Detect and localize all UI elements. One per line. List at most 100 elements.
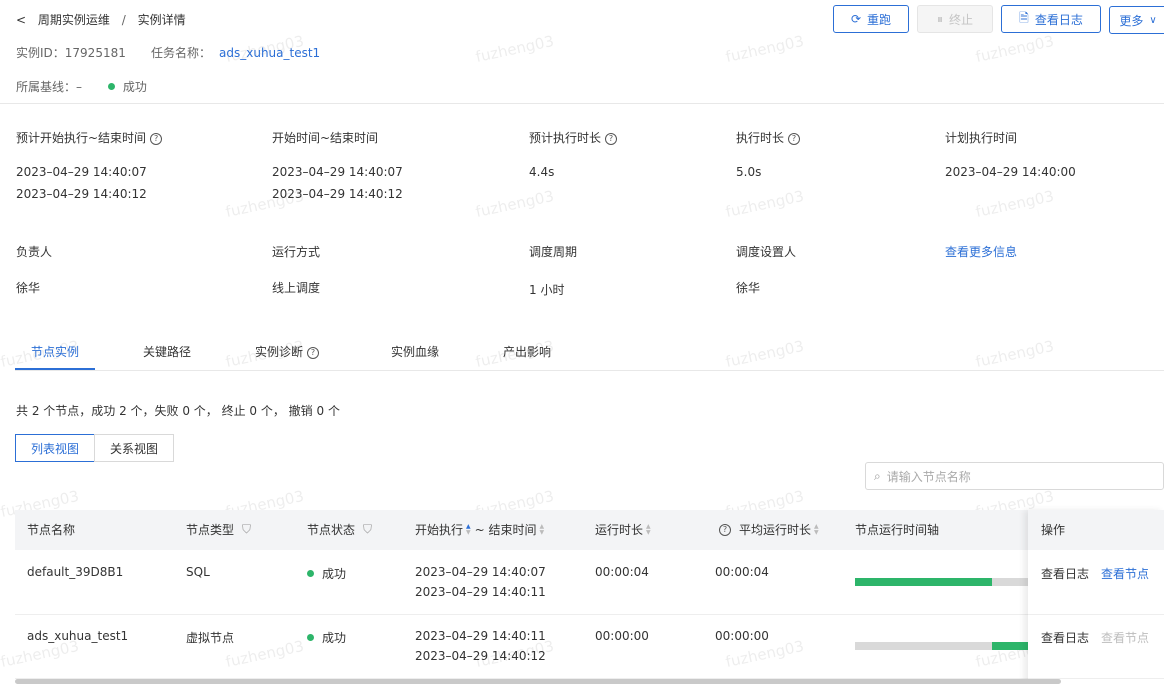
col-header-status: 节点状态 ⛉ bbox=[307, 522, 373, 537]
info-label: 负责人 bbox=[16, 245, 53, 259]
col-header-type: 节点类型 ⛉ bbox=[186, 522, 252, 537]
watermark-text: fuzheng03 bbox=[723, 336, 806, 372]
ops-row-divider bbox=[1028, 614, 1164, 615]
baseline: 所属基线：– 成功 bbox=[16, 78, 147, 95]
help-icon[interactable]: ? bbox=[788, 133, 801, 145]
col-header-avg-duration[interactable]: ? 平均运行时长 ▲ ▼ bbox=[719, 521, 819, 538]
task-name-link[interactable]: ads_xuhua_test1 bbox=[219, 46, 320, 60]
more-info-link[interactable]: 查看更多信息 bbox=[945, 243, 1017, 260]
breadcrumb-current: 实例详情 bbox=[137, 13, 186, 27]
search-input[interactable]: ⌕ 请输入节点名称 bbox=[865, 462, 1164, 490]
info-value: 线上调度 bbox=[272, 281, 321, 295]
sort-icon: ▲ ▼ bbox=[646, 522, 651, 536]
col-header-duration[interactable]: 运行时长 ▲ ▼ bbox=[595, 521, 651, 538]
breadcrumb: < 周期实例运维 / 实例详情 bbox=[16, 11, 186, 28]
info-label: 预计开始执行~结束时间? bbox=[16, 129, 163, 146]
sort-icon: ▲ ▼ bbox=[814, 522, 819, 536]
instance-id-label: 实例ID： bbox=[16, 46, 65, 60]
start-time-cell: 2023–04–29 14:40:07 bbox=[415, 565, 546, 579]
success-dot-icon bbox=[307, 634, 314, 641]
baseline-label: 所属基线： bbox=[16, 80, 77, 94]
filter-icon[interactable]: ⛉ bbox=[242, 522, 251, 537]
instance-id-value: 17925181 bbox=[64, 46, 126, 60]
node-type-cell: 虚拟节点 bbox=[186, 631, 235, 645]
info-label: 计划执行时间 bbox=[945, 131, 1018, 145]
terminate-label: 终止 bbox=[949, 12, 974, 27]
info-value: 5.0s bbox=[736, 165, 762, 179]
info-value: 徐华 bbox=[736, 281, 761, 295]
watermark-text: fuzheng03 bbox=[723, 186, 806, 222]
more-button[interactable]: 更多 ∨ bbox=[1109, 6, 1164, 34]
pause-icon: ⏸ bbox=[936, 11, 943, 26]
back-chevron-icon[interactable]: < bbox=[16, 13, 26, 27]
view-log-button[interactable]: 🗎 查看日志 bbox=[1001, 5, 1101, 33]
info-label: 调度设置人 bbox=[736, 245, 797, 259]
end-time-cell: 2023–04–29 14:40:12 bbox=[415, 649, 546, 663]
search-icon: ⌕ bbox=[874, 468, 881, 483]
tab-output-impact[interactable]: 产出影响 bbox=[503, 343, 551, 360]
view-node-link[interactable]: 查看节点 bbox=[1101, 565, 1149, 582]
info-label: 执行时长? bbox=[736, 129, 801, 146]
watermark-text: fuzheng03 bbox=[473, 31, 556, 67]
info-label: 运行方式 bbox=[272, 245, 321, 259]
filter-icon[interactable]: ⛉ bbox=[363, 522, 372, 537]
breadcrumb-separator: / bbox=[121, 13, 126, 27]
end-time-cell: 2023–04–29 14:40:11 bbox=[415, 585, 546, 599]
info-value: 1 小时 bbox=[529, 283, 565, 297]
tab-critical-path[interactable]: 关键路径 bbox=[143, 343, 191, 360]
help-icon[interactable]: ? bbox=[150, 133, 163, 145]
divider bbox=[0, 103, 1164, 104]
view-log-link[interactable]: 查看日志 bbox=[1041, 629, 1089, 646]
relation-view-button[interactable]: 关系视图 bbox=[94, 434, 174, 462]
info-value: 2023–04–29 14:40:12 bbox=[272, 187, 403, 201]
info-value: 徐华 bbox=[16, 281, 41, 295]
node-status-cell: 成功 bbox=[307, 565, 346, 582]
tab-diagnosis[interactable]: 实例诊断? bbox=[255, 343, 320, 360]
tab-node-instances[interactable]: 节点实例 bbox=[31, 343, 79, 360]
watermark-text: fuzheng03 bbox=[723, 31, 806, 67]
help-icon[interactable]: ? bbox=[605, 133, 618, 145]
rerun-label: 重跑 bbox=[867, 12, 892, 27]
search-placeholder: 请输入节点名称 bbox=[886, 469, 971, 484]
baseline-value: – bbox=[76, 80, 83, 94]
info-label: 调度周期 bbox=[529, 245, 578, 259]
refresh-icon: ⟳ bbox=[850, 12, 862, 26]
watermark-text: fuzheng03 bbox=[973, 31, 1056, 67]
info-label: 预计执行时长? bbox=[529, 129, 618, 146]
timeline-fill bbox=[991, 642, 1028, 650]
duration-cell: 00:00:00 bbox=[595, 629, 649, 643]
info-value: 2023–04–29 14:40:07 bbox=[272, 165, 403, 179]
start-time-cell: 2023–04–29 14:40:11 bbox=[415, 629, 546, 643]
node-name-cell: ads_xuhua_test1 bbox=[27, 629, 129, 643]
view-log-link[interactable]: 查看日志 bbox=[1041, 565, 1089, 582]
col-header-timeline: 节点运行时间轴 bbox=[855, 523, 940, 537]
chevron-down-icon: ∨ bbox=[1149, 14, 1157, 26]
timeline-fill bbox=[855, 578, 992, 586]
timeline-bar bbox=[855, 642, 1028, 650]
watermark-text: fuzheng03 bbox=[973, 186, 1056, 222]
info-value: 2023–04–29 14:40:07 bbox=[16, 165, 147, 179]
breadcrumb-parent[interactable]: 周期实例运维 bbox=[38, 13, 110, 27]
info-value: 2023–04–29 14:40:00 bbox=[945, 165, 1076, 179]
col-header-name: 节点名称 bbox=[27, 523, 76, 537]
help-icon: ? bbox=[719, 523, 731, 536]
duration-cell: 00:00:04 bbox=[595, 565, 649, 579]
watermark-text: fuzheng03 bbox=[973, 336, 1056, 372]
col-header-start-end[interactable]: 开始执行 ▲ ▼ ~ 结束时间 ▲ ▼ bbox=[415, 521, 544, 538]
instance-id: 实例ID：17925181 bbox=[16, 44, 126, 61]
node-name-cell: default_39D8B1 bbox=[27, 565, 124, 579]
tab-lineage[interactable]: 实例血缘 bbox=[391, 343, 439, 360]
avg-duration-cell: 00:00:00 bbox=[715, 629, 769, 643]
document-icon: 🗎 bbox=[1019, 10, 1029, 25]
rerun-button[interactable]: ⟳ 重跑 bbox=[833, 5, 909, 33]
terminate-button: ⏸ 终止 bbox=[917, 5, 993, 33]
avg-duration-cell: 00:00:04 bbox=[715, 565, 769, 579]
task-name-label: 任务名称： bbox=[151, 46, 212, 60]
list-view-button[interactable]: 列表视图 bbox=[15, 434, 95, 462]
horizontal-scrollbar[interactable] bbox=[15, 679, 1061, 684]
sort-icon: ▲ ▼ bbox=[539, 522, 545, 536]
watermark-text: fuzheng03 bbox=[473, 186, 556, 222]
help-icon: ? bbox=[307, 347, 320, 359]
success-dot-icon bbox=[307, 570, 314, 577]
status-badge: 成功 bbox=[107, 80, 147, 94]
